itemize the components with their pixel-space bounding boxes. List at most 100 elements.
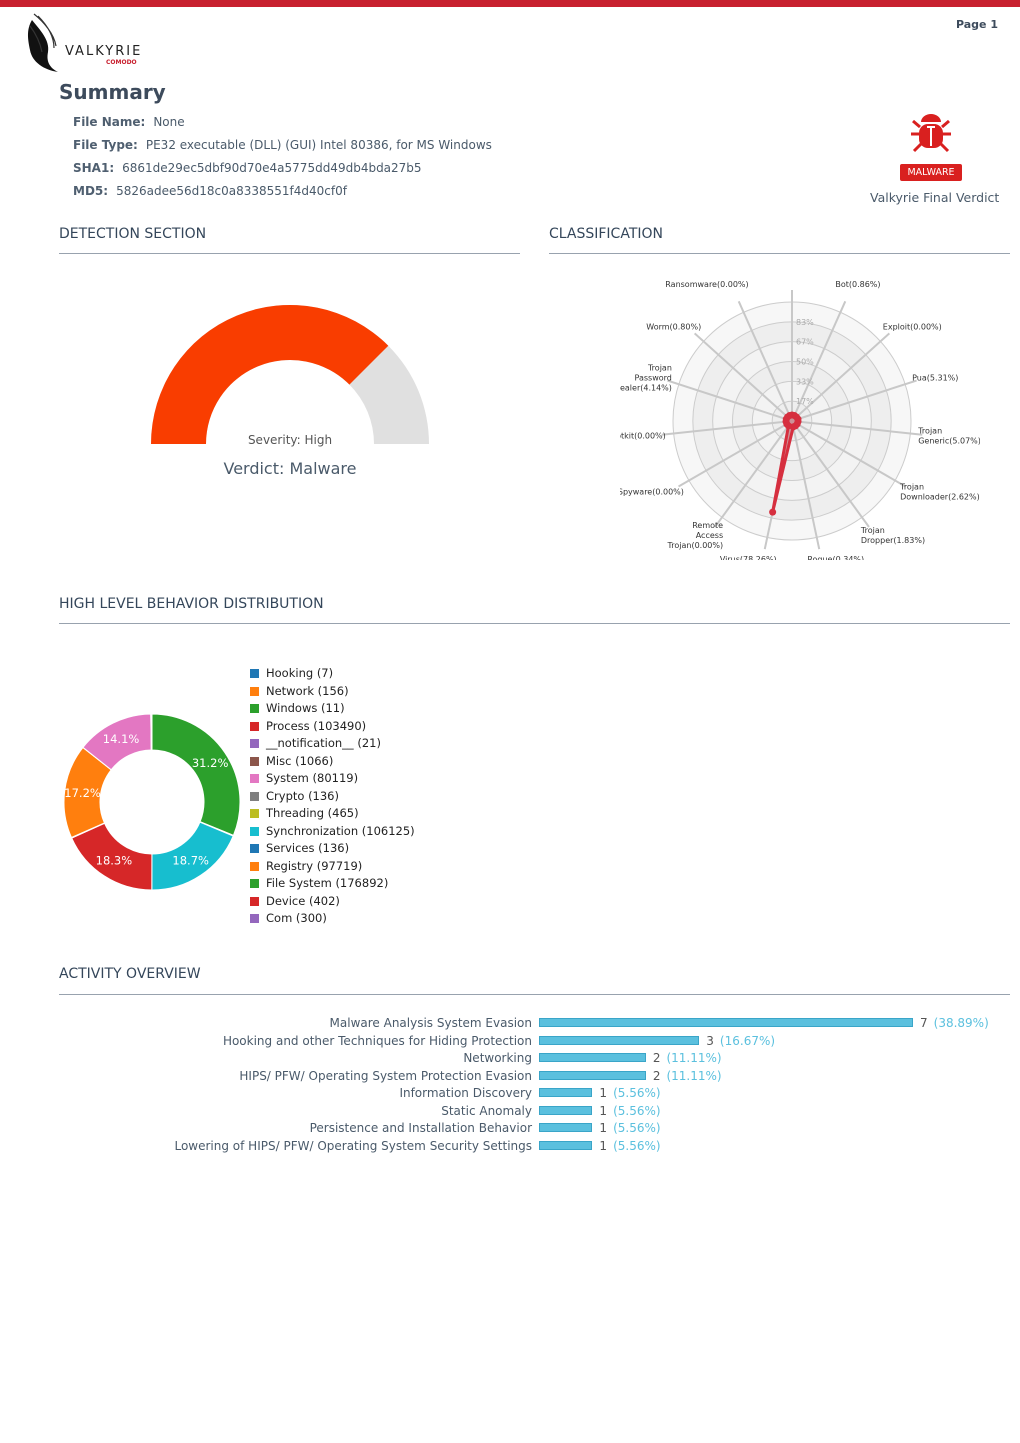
malware-badge: MALWARE [900,164,962,181]
donut-slice-label: 17.2% [64,786,101,800]
legend-swatch [250,861,259,871]
legend-swatch [250,669,259,678]
field-value: None [153,115,185,129]
radar-axis-label: Virus(78.26%) [720,555,777,560]
legend-item: Misc (1066) [250,754,333,768]
activity-value: 7 (38.89%) [920,1016,989,1030]
legend-swatch [250,896,259,906]
activity-value: 1 (5.56%) [599,1121,661,1135]
activity-label: Malware Analysis System Evasion [329,1016,532,1030]
severity-gauge [151,305,429,444]
legend-item: System (80119) [250,771,358,785]
activity-label: Static Anomaly [441,1103,532,1118]
page-number: Page 1 [955,18,998,31]
activity-bar [539,1123,593,1132]
summary-field: File Name: None [73,115,185,129]
donut-slice-label: 14.1% [103,732,140,746]
behavior-donut-chart: 31.2% 18.7% 18.3% 17.2% 14.1% [63,713,241,891]
gauge-fill [151,305,389,444]
legend-item: Synchronization (106125) [250,824,415,838]
activity-value: 1 (5.56%) [599,1138,661,1153]
divider [549,253,1010,254]
summary-field: SHA1: 6861de29ec5dbf90d70e4a5775dd49db4bd… [73,161,422,175]
report-page: Page 1 VALKYRIE COMODO Summary File Name… [0,0,1020,1443]
radar-ring-label: 50% [796,358,814,367]
legend-item: Registry (97719) [250,859,362,873]
legend-item: Device (402) [250,894,340,908]
activity-bar [539,1140,593,1150]
radar-axis-label: Remote Access Trojan(0.00%) [667,521,724,550]
detection-section-title: DETECTION SECTION [59,226,207,242]
legend-swatch [250,686,259,696]
legend-swatch [250,704,259,713]
field-value: 6861de29ec5dbf90d70e4a5775dd49db4bda27b5 [122,161,422,175]
legend-swatch [250,879,259,888]
activity-value: 2 (11.11%) [652,1068,722,1083]
legend-swatch [250,826,259,836]
verdict-label: Verdict: Malware [223,459,357,478]
field-value: 5826adee56d18c0a8338551f4d40cf0f [116,184,347,198]
activity-value: 1 (5.56%) [599,1086,661,1100]
radar-axis-label: Worm(0.80%) [646,323,701,332]
legend-item: Services (136) [250,841,349,855]
radar-axis-label: Pua(5.31%) [912,373,958,382]
radar-point [769,508,777,516]
legend-item: Com (300) [250,911,327,925]
legend-swatch [250,721,259,731]
radar-axis-label: Spyware(0.00%) [620,488,684,497]
legend-item: Windows (11) [250,701,345,715]
activity-value: 3 (16.67%) [706,1033,776,1048]
activity-bar [539,1088,593,1097]
divider [59,253,520,254]
activity-value: 2 (11.11%) [652,1051,722,1065]
verdict-caption: Valkyrie Final Verdict [870,190,1000,205]
donut-slice-label: 31.2% [192,756,229,770]
radar-axis-label: Trojan Dropper(1.83%) [860,526,925,545]
activity-label: Hooking and other Techniques for Hiding … [222,1033,532,1048]
radar-axis-label: TrojanPasswordStealer(4.14%) [620,363,672,392]
legend-item: File System (176892) [250,876,388,890]
valkyrie-logo: VALKYRIE COMODO [20,12,150,78]
donut-slice-label: 18.7% [172,853,209,867]
behavior-title: HIGH LEVEL BEHAVIOR DISTRIBUTION [59,596,324,612]
summary-title: Summary [59,80,166,104]
activity-bar [539,1018,913,1027]
legend-item: Crypto (136) [250,789,339,803]
radar-axis-label: Rogue(0.34%) [807,555,864,560]
divider [59,994,1010,995]
activity-label: Lowering of HIPS/ PFW/ Operating System … [174,1138,532,1153]
field-value: PE32 executable (DLL) (GUI) Intel 80386,… [145,138,492,152]
activity-label: Persistence and Installation Behavior [309,1121,532,1135]
donut-slice-label: 18.3% [96,854,133,868]
radar-axis-label: Trojan Generic(5.07%) [917,427,980,446]
radar-axis-label: Exploit(0.00%) [883,323,942,332]
activity-value: 1 (5.56%) [599,1103,661,1118]
legend-swatch [250,791,259,801]
legend-item: Threading (465) [250,806,359,820]
classification-radar-chart: 17%33%50%67%83%Backdoor(0.77%)Bot(0.86%)… [620,280,980,560]
legend-swatch [250,914,259,923]
donut-slice [151,713,241,837]
activity-label: Networking [463,1051,532,1065]
legend-swatch [250,756,259,766]
radar-axis-label: Rootkit(0.00%) [620,432,666,441]
radar-ring-label: 17% [796,397,814,406]
legend-item: Hooking (7) [250,666,333,680]
radar-ring-label: 67% [796,338,814,347]
severity-label: Severity: High [247,433,333,447]
malware-verdict-block: MALWARE [900,110,962,181]
activity-label: HIPS/ PFW/ Operating System Protection E… [239,1068,532,1083]
legend-swatch [250,844,259,853]
bug-icon [911,114,951,153]
classification-title: CLASSIFICATION [549,226,663,242]
activity-bar [539,1053,646,1062]
radar-ring-label: 83% [796,318,814,327]
legend-item: __notification__ (21) [250,736,381,750]
radar-axis-label: Bot(0.86%) [835,280,880,289]
radar-axis-label: Ransomware(0.00%) [665,280,748,289]
legend-swatch [250,809,259,818]
legend-item: Process (103490) [250,719,366,733]
summary-field: File Type: PE32 executable (DLL) (GUI) In… [73,138,492,152]
legend-swatch [250,774,259,783]
summary-field: MD5: 5826adee56d18c0a8338551f4d40cf0f [73,184,347,198]
